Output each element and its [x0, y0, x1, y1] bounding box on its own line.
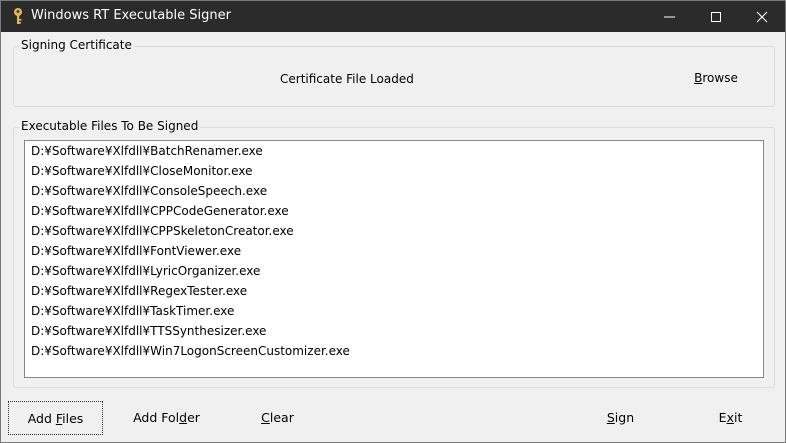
list-item[interactable]: D:¥Software¥Xlfdll¥CPPSkeletonCreator.ex… [25, 221, 763, 241]
clear-mnemonic: C [261, 410, 270, 425]
executable-files-label: Executable Files To Be Signed [19, 119, 201, 133]
list-item[interactable]: D:¥Software¥Xlfdll¥CPPCodeGenerator.exe [25, 201, 763, 221]
clear-label-post: lear [269, 410, 294, 425]
add-folder-label-pre: Add Fol [133, 410, 180, 425]
list-item[interactable]: D:¥Software¥Xlfdll¥BatchRenamer.exe [25, 141, 763, 161]
add-folder-button[interactable]: Add Folder [119, 401, 214, 435]
minimize-icon [664, 16, 675, 18]
browse-button[interactable]: Browse [684, 66, 748, 90]
maximize-icon [711, 12, 721, 22]
minimize-button[interactable] [647, 1, 693, 32]
list-item[interactable]: D:¥Software¥Xlfdll¥Win7LogonScreenCustom… [25, 341, 763, 361]
list-item[interactable]: D:¥Software¥Xlfdll¥TaskTimer.exe [25, 301, 763, 321]
list-item[interactable]: D:¥Software¥Xlfdll¥FontViewer.exe [25, 241, 763, 261]
list-item[interactable]: D:¥Software¥Xlfdll¥TTSSynthesizer.exe [25, 321, 763, 341]
add-folder-label-post: er [187, 410, 200, 425]
file-list[interactable]: D:¥Software¥Xlfdll¥BatchRenamer.exe D:¥S… [24, 140, 764, 378]
exit-button[interactable]: Exit [683, 401, 778, 435]
list-item[interactable]: D:¥Software¥Xlfdll¥RegexTester.exe [25, 281, 763, 301]
list-item[interactable]: D:¥Software¥Xlfdll¥LyricOrganizer.exe [25, 261, 763, 281]
app-window: Windows RT Executable Signer Signing Cer… [0, 0, 786, 443]
signing-certificate-label: Signing Certificate [19, 38, 134, 52]
browse-label: rowse [702, 71, 738, 85]
window-title: Windows RT Executable Signer [31, 8, 231, 23]
key-icon [11, 7, 25, 25]
sign-label-post: ign [614, 410, 635, 425]
sign-button[interactable]: Sign [573, 401, 668, 435]
add-folder-mnemonic: d [179, 410, 188, 425]
list-item[interactable]: D:¥Software¥Xlfdll¥ConsoleSpeech.exe [25, 181, 763, 201]
exit-label-post: it [733, 410, 743, 425]
exit-label-pre: E [718, 410, 727, 425]
clear-button[interactable]: Clear [230, 401, 325, 435]
add-files-label-pre: Add [27, 411, 56, 426]
add-files-button[interactable]: Add Files [8, 401, 103, 435]
close-icon [756, 11, 768, 23]
title-bar[interactable]: Windows RT Executable Signer [1, 1, 785, 32]
exit-mnemonic: x [726, 410, 734, 425]
sign-mnemonic: S [606, 410, 615, 425]
executable-files-group: Executable Files To Be Signed D:¥Softwar… [13, 119, 775, 388]
certificate-status: Certificate File Loaded [280, 72, 414, 86]
add-files-label-post: iles [62, 411, 84, 426]
maximize-button[interactable] [693, 1, 739, 32]
list-item[interactable]: D:¥Software¥Xlfdll¥CloseMonitor.exe [25, 161, 763, 181]
close-button[interactable] [739, 1, 785, 32]
signing-certificate-group: Signing Certificate Certificate File Loa… [13, 38, 775, 107]
